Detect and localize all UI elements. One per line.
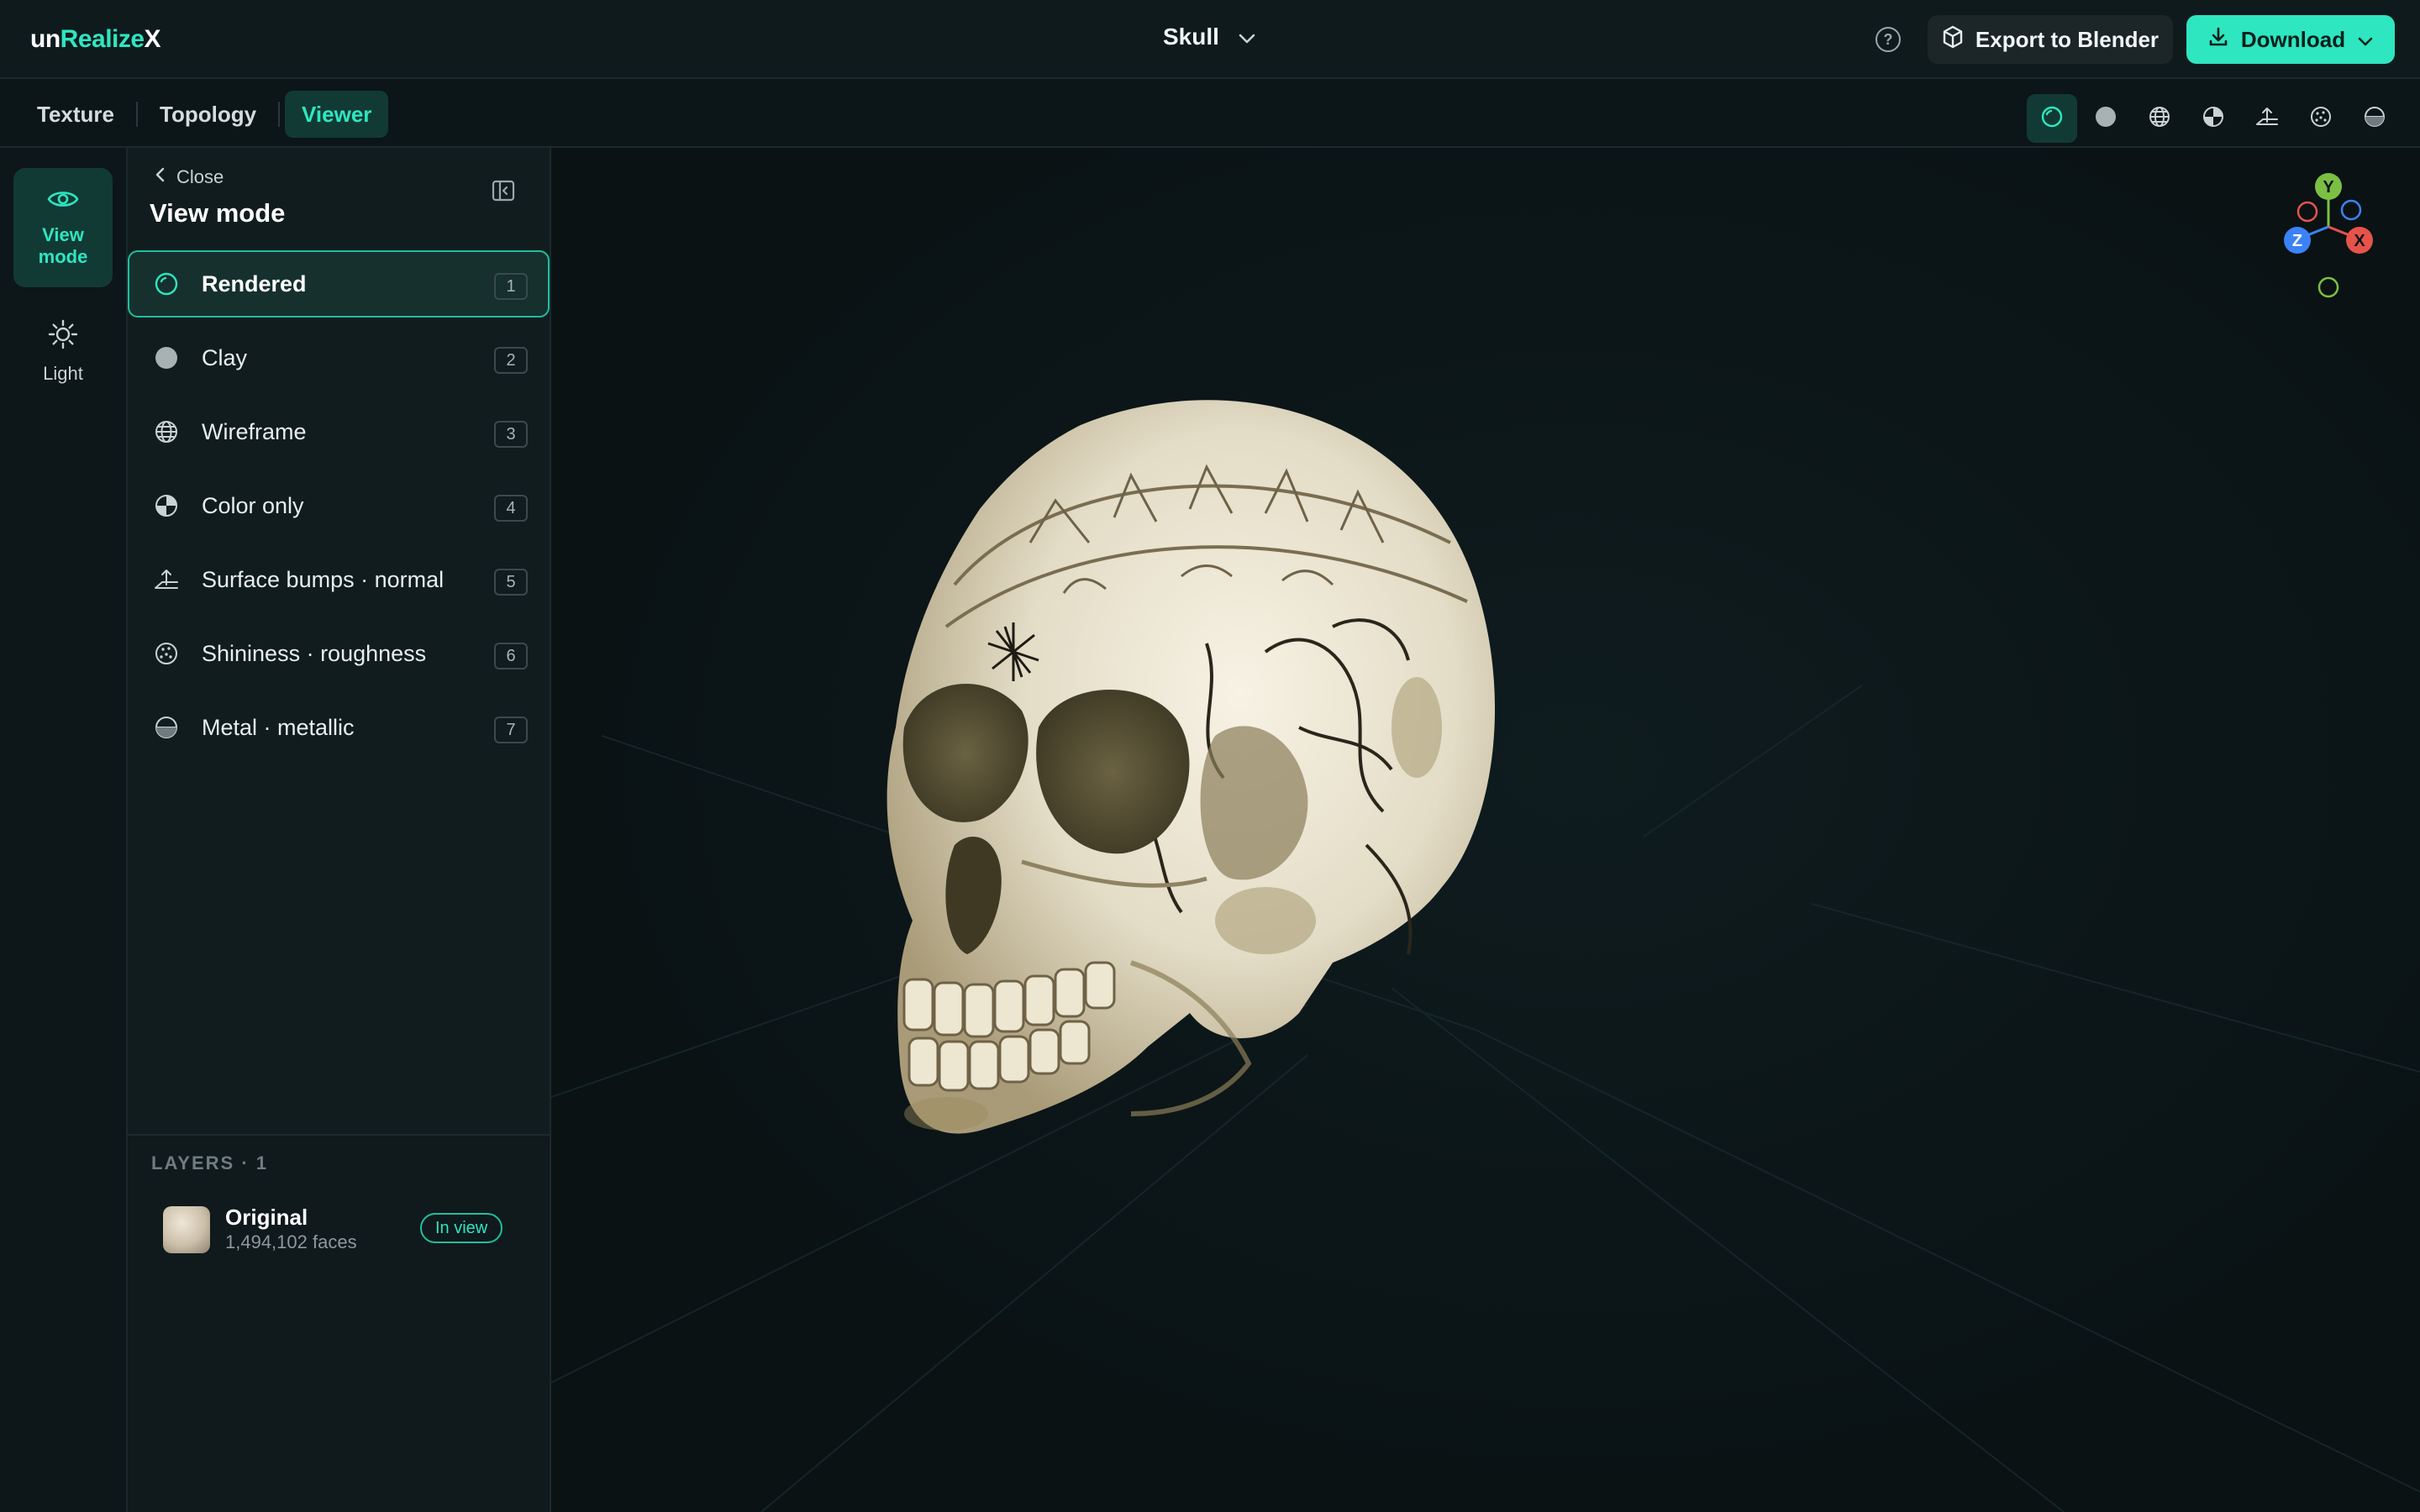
close-label: Close — [176, 166, 224, 187]
help-symbol: ? — [1883, 30, 1893, 48]
cube-icon — [1942, 25, 1964, 55]
mode-label: Shininess · roughness — [202, 640, 427, 666]
panel-title: View mode — [150, 198, 286, 228]
tab-divider — [278, 102, 281, 127]
mode-item-roughness[interactable]: Shininess · roughness 6 — [128, 620, 550, 687]
mode-item-metallic[interactable]: Metal · metallic 7 — [128, 694, 550, 761]
view-tool-roughness[interactable] — [2296, 94, 2346, 143]
layer-face-count: 1,494,102 faces — [225, 1231, 357, 1252]
metallic-icon — [151, 712, 182, 743]
wireframe-icon — [2147, 104, 2172, 134]
shortcut-key: 6 — [494, 643, 528, 669]
normal-icon — [2254, 104, 2280, 134]
chevron-left-icon — [155, 166, 166, 188]
logo-text-realize: Realize — [60, 25, 145, 53]
mode-tabs: Texture Topology Viewer — [20, 91, 389, 138]
shortcut-key: 1 — [494, 273, 528, 300]
view-tool-normal[interactable] — [2242, 94, 2292, 143]
mode-label: Color only — [202, 492, 304, 518]
axis-gizmo[interactable]: Y X Z — [2265, 170, 2391, 304]
tab-topology[interactable]: Topology — [143, 91, 273, 138]
view-mode-list: Rendered 1 Clay 2 Wireframe 3 Color only… — [128, 250, 551, 768]
skull-model — [886, 400, 1496, 1134]
view-tool-metallic[interactable] — [2349, 94, 2400, 143]
shortcut-key: 3 — [494, 421, 528, 448]
view-tool-color-only[interactable] — [2188, 94, 2238, 143]
roughness-icon — [151, 638, 182, 669]
chevron-down-icon — [1238, 24, 1256, 50]
tab-bar: Texture Topology Viewer — [0, 79, 2420, 148]
rail-light[interactable]: Light — [13, 306, 113, 398]
layer-name: Original — [225, 1205, 308, 1230]
gizmo-x-label: X — [2354, 232, 2365, 250]
color-only-icon — [151, 491, 182, 521]
gizmo-z-label: Z — [2292, 232, 2302, 250]
mode-item-wireframe[interactable]: Wireframe 3 — [128, 398, 550, 465]
view-tool-clay[interactable] — [2081, 94, 2131, 143]
tab-viewer[interactable]: Viewer — [285, 91, 389, 138]
tab-texture[interactable]: Texture — [20, 91, 131, 138]
mode-item-normal[interactable]: Surface bumps · normal 5 — [128, 546, 550, 613]
layer-item-original[interactable]: Original 1,494,102 faces In view — [163, 1203, 533, 1253]
shortcut-key: 7 — [494, 717, 528, 743]
clay-icon — [151, 343, 182, 373]
layer-thumbnail — [163, 1206, 210, 1253]
collapse-panel-icon[interactable] — [491, 178, 516, 203]
sun-icon — [48, 319, 78, 354]
in-view-badge: In view — [420, 1213, 503, 1243]
3d-viewport[interactable]: Y X Z — [551, 148, 2420, 1512]
color-only-icon — [2201, 104, 2226, 134]
download-button[interactable]: Download — [2186, 15, 2395, 64]
app-logo[interactable]: unRealizeX — [30, 25, 161, 54]
mode-label: Rendered — [202, 270, 307, 297]
eye-icon — [46, 187, 80, 216]
mode-label: Wireframe — [202, 418, 307, 444]
mode-label: Clay — [202, 344, 248, 370]
tab-divider — [136, 102, 138, 127]
logo-text-un: un — [30, 25, 60, 53]
view-mode-toolbar — [2027, 94, 2400, 143]
shortcut-key: 2 — [494, 347, 528, 374]
view-mode-panel: Close View mode Rendered 1 Clay 2 Wirefr… — [128, 148, 551, 1512]
export-label: Export to Blender — [1975, 26, 2160, 52]
mode-item-color-only[interactable]: Color only 4 — [128, 472, 550, 539]
logo-text-x: X — [144, 25, 161, 53]
help-icon[interactable]: ? — [1876, 27, 1901, 52]
shortcut-key: 4 — [494, 495, 528, 522]
normal-icon — [151, 564, 182, 595]
view-tool-wireframe[interactable] — [2134, 94, 2185, 143]
mode-label: Surface bumps · normal — [202, 566, 445, 592]
layers-title: LAYERS · 1 — [151, 1152, 269, 1173]
rail-view-mode[interactable]: View mode — [13, 168, 113, 287]
chevron-down-icon — [2357, 27, 2374, 53]
rendered-icon — [151, 269, 182, 299]
gizmo-y-label: Y — [2323, 178, 2334, 197]
rail-view-mode-label: View mode — [38, 224, 88, 267]
shortcut-key: 5 — [494, 569, 528, 596]
project-selector[interactable]: Skull — [1163, 24, 1256, 50]
download-icon — [2207, 26, 2229, 54]
mode-item-clay[interactable]: Clay 2 — [128, 324, 550, 391]
rendered-icon — [2039, 104, 2065, 134]
rail-light-label: Light — [43, 363, 83, 384]
close-button[interactable]: Close — [155, 166, 224, 188]
left-rail: View mode Light — [0, 148, 128, 1512]
top-header: unRealizeX Skull ? Export to Blender Dow… — [0, 0, 2420, 79]
wireframe-icon — [151, 417, 182, 447]
project-name: Skull — [1163, 24, 1219, 50]
mode-label: Metal · metallic — [202, 714, 355, 740]
export-to-blender-button[interactable]: Export to Blender — [1928, 15, 2173, 64]
clay-icon — [2093, 104, 2118, 134]
metallic-icon — [2362, 104, 2387, 134]
download-label: Download — [2240, 26, 2346, 52]
view-tool-rendered[interactable] — [2027, 94, 2077, 143]
mode-item-rendered[interactable]: Rendered 1 — [128, 250, 550, 318]
layers-section: LAYERS · 1 Original 1,494,102 faces In v… — [128, 1134, 550, 1512]
roughness-icon — [2308, 104, 2333, 134]
